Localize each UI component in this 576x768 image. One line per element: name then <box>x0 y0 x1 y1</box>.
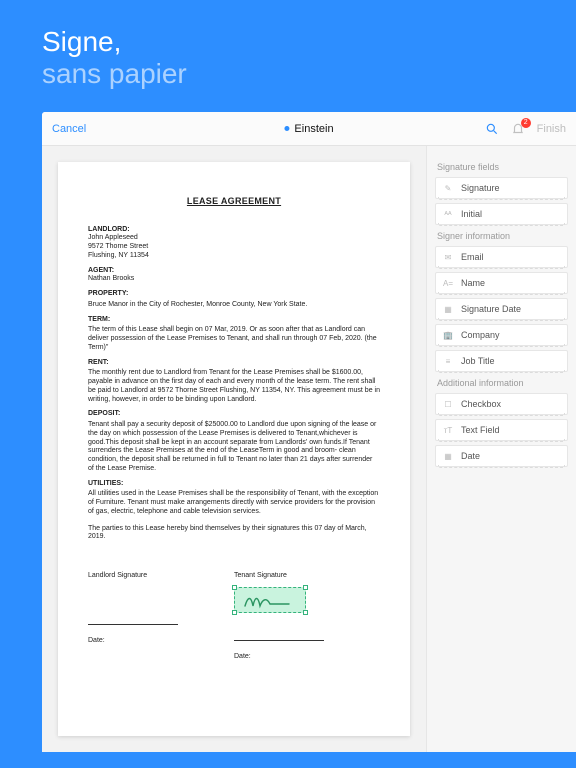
search-icon[interactable] <box>485 122 499 136</box>
section-additional: Additional information <box>437 378 568 388</box>
toolbar: Cancel Einstein 2 Finish <box>42 112 576 146</box>
date-icon: ▦ <box>442 450 454 462</box>
closing-text: The parties to this Lease hereby bind th… <box>88 525 380 543</box>
field-label: Name <box>461 278 485 288</box>
doc-title: Einstein <box>284 123 333 135</box>
field-label: Text Field <box>461 425 500 435</box>
rent-text: The monthly rent due to Landlord from Te… <box>88 369 380 404</box>
tenant-sig-line <box>234 623 324 641</box>
property-label: PROPERTY: <box>88 290 380 299</box>
fields-sidebar: Signature fields ✎ Signature ᴬᴬ Initial Si… <box>426 146 576 752</box>
landlord-addr2: Flushing, NY 11354 <box>88 252 380 261</box>
hero-heading: Signe,sans papier <box>0 0 576 112</box>
section-signer: Signer information <box>437 231 568 241</box>
landlord-name: John Appleseed <box>88 234 380 243</box>
field-signature[interactable]: ✎ Signature <box>435 177 568 199</box>
landlord-label: LANDLORD: <box>88 226 380 235</box>
doc-title-text: Einstein <box>294 123 333 135</box>
utilities-text: All utilities used in the Lease Premises… <box>88 490 380 516</box>
doc-heading: LEASE AGREEMENT <box>88 196 380 207</box>
field-company[interactable]: 🏢 Company <box>435 324 568 346</box>
deposit-text: Tenant shall pay a security deposit of $… <box>88 421 380 474</box>
field-sigdate[interactable]: ▦ Signature Date <box>435 298 568 320</box>
jobtitle-icon: ≡ <box>442 355 454 367</box>
field-label: Date <box>461 451 480 461</box>
hero-line1: Signe, <box>42 26 121 57</box>
field-label: Signature <box>461 183 500 193</box>
field-jobtitle[interactable]: ≡ Job Title <box>435 350 568 372</box>
checkbox-icon: ☐ <box>442 398 454 410</box>
field-email[interactable]: ✉ Email <box>435 246 568 268</box>
agent-name: Nathan Brooks <box>88 275 380 284</box>
signature-icon: ✎ <box>442 182 454 194</box>
document-page: LEASE AGREEMENT LANDLORD: John Appleseed… <box>58 162 410 736</box>
cancel-button[interactable]: Cancel <box>52 123 86 135</box>
name-icon: A= <box>442 277 454 289</box>
textfield-icon: тT <box>442 424 454 436</box>
field-label: Company <box>461 330 500 340</box>
email-icon: ✉ <box>442 251 454 263</box>
field-initial[interactable]: ᴬᴬ Initial <box>435 203 568 225</box>
calendar-icon: ▦ <box>442 303 454 315</box>
field-label: Signature Date <box>461 304 521 314</box>
field-date[interactable]: ▦ Date <box>435 445 568 467</box>
landlord-sig-label: Landlord Signature <box>88 572 234 581</box>
document-canvas[interactable]: LEASE AGREEMENT LANDLORD: John Appleseed… <box>42 146 426 752</box>
tenant-sig-label: Tenant Signature <box>234 572 380 581</box>
property-text: Bruce Manor in the City of Rochester, Mo… <box>88 301 380 310</box>
agent-label: AGENT: <box>88 267 380 276</box>
deposit-label: DEPOSIT: <box>88 410 380 419</box>
notification-icon[interactable]: 2 <box>511 122 525 136</box>
field-label: Checkbox <box>461 399 501 409</box>
section-sigfields: Signature fields <box>437 162 568 172</box>
signature-placeholder[interactable] <box>234 587 306 613</box>
tenant-date-label: Date: <box>234 653 380 662</box>
landlord-addr1: 9572 Thorne Street <box>88 243 380 252</box>
field-label: Job Title <box>461 356 495 366</box>
hero-line2: sans papier <box>42 58 187 89</box>
utilities-label: UTILITIES: <box>88 480 380 489</box>
field-textfield[interactable]: тT Text Field <box>435 419 568 441</box>
company-icon: 🏢 <box>442 329 454 341</box>
app-window: Cancel Einstein 2 Finish LEASE AGREEMENT… <box>42 112 576 752</box>
field-checkbox[interactable]: ☐ Checkbox <box>435 393 568 415</box>
unsaved-dot-icon <box>284 126 289 131</box>
term-text: The term of this Lease shall begin on 07… <box>88 326 380 352</box>
initial-icon: ᴬᴬ <box>442 208 454 220</box>
finish-button[interactable]: Finish <box>537 123 566 135</box>
landlord-date-label: Date: <box>88 637 234 646</box>
landlord-sig-line <box>88 607 178 625</box>
term-label: TERM: <box>88 316 380 325</box>
field-label: Email <box>461 252 484 262</box>
notification-badge: 2 <box>521 118 531 128</box>
rent-label: RENT: <box>88 359 380 368</box>
field-name[interactable]: A= Name <box>435 272 568 294</box>
field-label: Initial <box>461 209 482 219</box>
